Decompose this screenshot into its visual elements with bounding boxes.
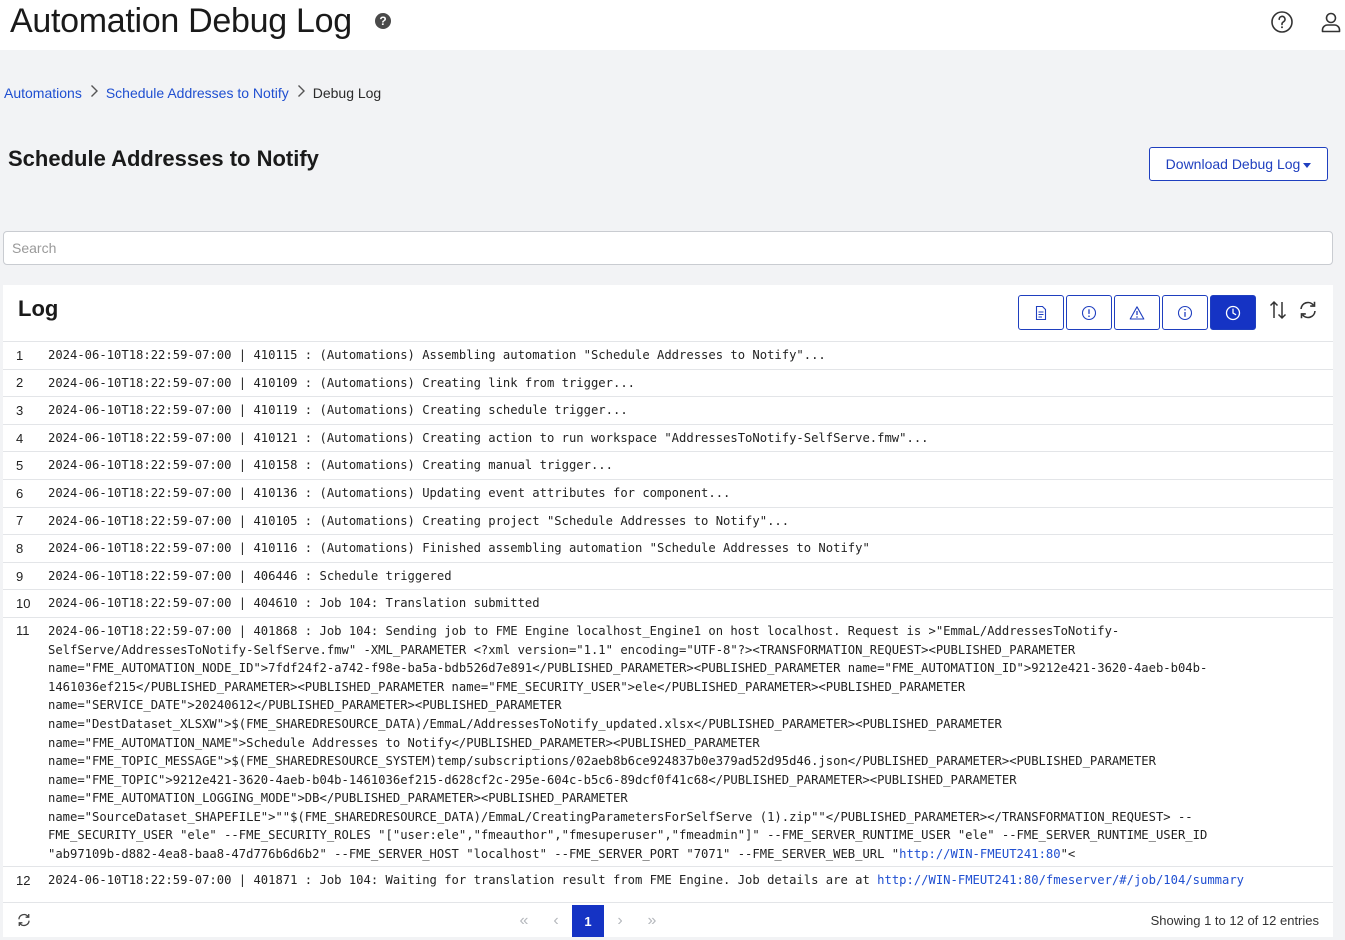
server-url-link[interactable]: http://WIN-FMEUT241:80 bbox=[899, 847, 1060, 861]
log-message-tail: "< bbox=[1060, 847, 1076, 862]
log-level-filters bbox=[1018, 295, 1256, 330]
row-number: 5 bbox=[16, 458, 24, 474]
next-page-button[interactable]: › bbox=[604, 905, 636, 937]
prev-page-button[interactable]: ‹ bbox=[540, 905, 572, 937]
filter-all-button[interactable] bbox=[1018, 295, 1064, 330]
log-row: 2 2024-06-10T18:22:59-07:00 | 410109 : (… bbox=[3, 368, 1333, 397]
filter-timestamp-button[interactable] bbox=[1210, 295, 1256, 330]
row-number: 7 bbox=[16, 513, 24, 529]
log-message: 2024-06-10T18:22:59-07:00 | 401871 : Job… bbox=[48, 871, 1333, 890]
log-message: 2024-06-10T18:22:59-07:00 | 406446 : Sch… bbox=[48, 568, 452, 583]
log-message: 2024-06-10T18:22:59-07:00 | 404610 : Job… bbox=[48, 596, 540, 611]
row-number: 8 bbox=[16, 540, 24, 556]
warning-icon bbox=[1129, 305, 1145, 320]
filter-warning-button[interactable] bbox=[1114, 295, 1160, 330]
log-message: 2024-06-10T18:22:59-07:00 | 410121 : (Au… bbox=[48, 430, 929, 445]
help-circle-icon[interactable] bbox=[1270, 10, 1294, 34]
log-message: 2024-06-10T18:22:59-07:00 | 410115 : (Au… bbox=[48, 348, 826, 362]
log-row: 6 2024-06-10T18:22:59-07:00 | 410136 : (… bbox=[3, 478, 1333, 507]
log-message: 2024-06-10T18:22:59-07:00 | 410119 : (Au… bbox=[48, 403, 628, 418]
caret-down-icon bbox=[1303, 162, 1312, 168]
pagination: « ‹ 1 › » bbox=[508, 905, 668, 937]
row-number: 10 bbox=[16, 596, 31, 612]
row-number: 6 bbox=[16, 485, 24, 501]
page-title: Automation Debug Log bbox=[10, 2, 352, 40]
row-number: 9 bbox=[16, 568, 24, 584]
log-row: 12 2024-06-10T18:22:59-07:00 | 401871 : … bbox=[3, 865, 1333, 894]
error-icon bbox=[1081, 305, 1097, 320]
search-input[interactable] bbox=[3, 231, 1333, 265]
log-row: 7 2024-06-10T18:22:59-07:00 | 410105 : (… bbox=[3, 506, 1333, 535]
breadcrumb: Automations Schedule Addresses to Notify… bbox=[4, 84, 381, 101]
entries-summary: Showing 1 to 12 of 12 entries bbox=[1150, 913, 1319, 928]
log-message: 2024-06-10T18:22:59-07:00 | 410116 : (Au… bbox=[48, 541, 870, 556]
log-row: 9 2024-06-10T18:22:59-07:00 | 406446 : S… bbox=[3, 561, 1333, 590]
log-row: 11 2024-06-10T18:22:59-07:00 | 401868 : … bbox=[3, 616, 1333, 866]
log-row: 5 2024-06-10T18:22:59-07:00 | 410158 : (… bbox=[3, 451, 1333, 479]
row-number: 11 bbox=[16, 622, 30, 638]
page-header: Automation Debug Log ? bbox=[0, 0, 1345, 50]
section-title: Schedule Addresses to Notify bbox=[8, 146, 319, 171]
document-icon bbox=[1035, 305, 1047, 320]
chevron-right-icon bbox=[289, 84, 313, 101]
log-message: 2024-06-10T18:22:59-07:00 | 401868 : Job… bbox=[48, 622, 1333, 864]
user-icon[interactable] bbox=[1319, 10, 1343, 34]
info-icon bbox=[1177, 305, 1193, 320]
log-message: 2024-06-10T18:22:59-07:00 | 410158 : (Au… bbox=[48, 458, 613, 473]
filter-error-button[interactable] bbox=[1066, 295, 1112, 330]
breadcrumb-automations-link[interactable]: Automations bbox=[4, 85, 82, 101]
page-1-button[interactable]: 1 bbox=[572, 905, 604, 937]
chevron-right-icon bbox=[82, 84, 106, 101]
log-footer: « ‹ 1 › » Showing 1 to 12 of 12 entries bbox=[3, 902, 1333, 937]
last-page-button[interactable]: » bbox=[636, 905, 668, 937]
download-button-label: Download Debug Log bbox=[1165, 156, 1301, 172]
log-title: Log bbox=[18, 296, 59, 321]
first-page-button[interactable]: « bbox=[508, 905, 540, 937]
clock-icon bbox=[1225, 305, 1241, 320]
log-row: 1 2024-06-10T18:22:59-07:00 | 410115 : (… bbox=[3, 341, 1333, 369]
row-number: 3 bbox=[16, 402, 24, 418]
row-number: 4 bbox=[16, 430, 24, 446]
refresh-icon[interactable] bbox=[1297, 299, 1319, 321]
help-icon[interactable]: ? bbox=[375, 13, 391, 29]
log-message: 2024-06-10T18:22:59-07:00 | 410109 : (Au… bbox=[48, 375, 635, 390]
breadcrumb-automation-link[interactable]: Schedule Addresses to Notify bbox=[106, 85, 289, 101]
filter-info-button[interactable] bbox=[1162, 295, 1208, 330]
log-table: 1 2024-06-10T18:22:59-07:00 | 410115 : (… bbox=[3, 341, 1333, 894]
row-number: 1 bbox=[16, 347, 24, 363]
log-panel: Log 1 2024-06-10T18:22:59-07:00 | 410115… bbox=[3, 285, 1333, 937]
log-row: 8 2024-06-10T18:22:59-07:00 | 410116 : (… bbox=[3, 534, 1333, 562]
row-number: 2 bbox=[16, 375, 24, 391]
refresh-icon[interactable] bbox=[16, 912, 32, 928]
log-row: 4 2024-06-10T18:22:59-07:00 | 410121 : (… bbox=[3, 423, 1333, 452]
download-debug-log-button[interactable]: Download Debug Log bbox=[1149, 147, 1328, 181]
log-row: 3 2024-06-10T18:22:59-07:00 | 410119 : (… bbox=[3, 396, 1333, 424]
breadcrumb-current: Debug Log bbox=[312, 84, 382, 101]
log-message: 2024-06-10T18:22:59-07:00 | 410105 : (Au… bbox=[48, 513, 790, 528]
log-row: 10 2024-06-10T18:22:59-07:00 | 404610 : … bbox=[3, 589, 1333, 617]
row-number: 12 bbox=[16, 872, 31, 888]
log-message-text: 2024-06-10T18:22:59-07:00 | 401871 : Job… bbox=[48, 872, 878, 887]
log-message: 2024-06-10T18:22:59-07:00 | 410136 : (Au… bbox=[48, 485, 731, 500]
job-summary-link[interactable]: http://WIN-FMEUT241:80/fmeserver/#/job/1… bbox=[877, 873, 1244, 887]
log-message-text: 2024-06-10T18:22:59-07:00 | 401868 : Job… bbox=[48, 623, 1208, 862]
sort-icon[interactable] bbox=[1267, 299, 1289, 321]
